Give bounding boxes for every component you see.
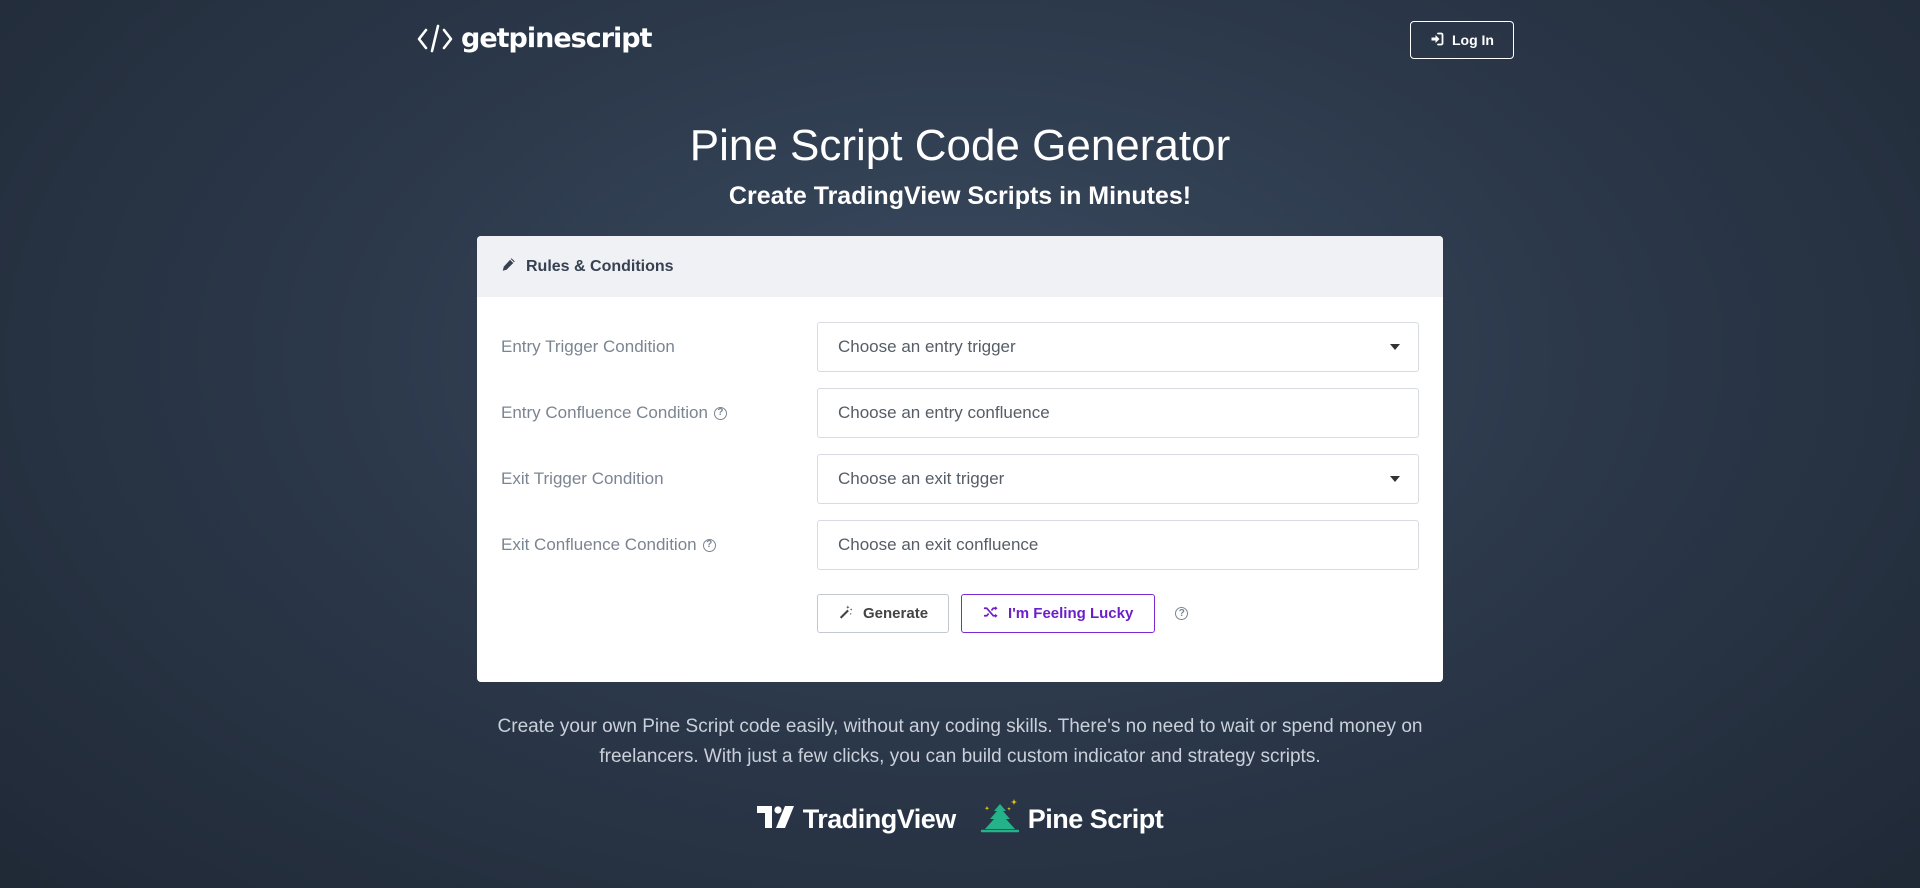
login-button[interactable]: Log In bbox=[1410, 21, 1514, 59]
exit-confluence-input[interactable]: Choose an exit confluence bbox=[817, 520, 1419, 570]
generate-label: Generate bbox=[863, 605, 929, 622]
entry-confluence-label: Entry Confluence Condition ? bbox=[501, 403, 817, 423]
question-circle-icon[interactable]: ? bbox=[702, 538, 716, 552]
chevron-down-icon bbox=[1390, 344, 1400, 350]
pencil-icon bbox=[501, 257, 516, 277]
feeling-lucky-label: I'm Feeling Lucky bbox=[1008, 605, 1134, 622]
exit-trigger-row: Exit Trigger Condition Choose an exit tr… bbox=[501, 454, 1419, 504]
generate-button[interactable]: Generate bbox=[817, 594, 950, 633]
exit-trigger-label-text: Exit Trigger Condition bbox=[501, 469, 664, 488]
exit-confluence-row: Exit Confluence Condition ? Choose an ex… bbox=[501, 520, 1419, 570]
logo-text: getpinescript bbox=[461, 22, 653, 54]
page-subtitle: Create TradingView Scripts in Minutes! bbox=[728, 182, 1192, 210]
entry-confluence-row: Entry Confluence Condition ? Choose an e… bbox=[501, 388, 1419, 438]
entry-trigger-label-text: Entry Trigger Condition bbox=[501, 337, 675, 356]
exit-trigger-placeholder: Choose an exit trigger bbox=[838, 469, 1005, 488]
exit-trigger-label: Exit Trigger Condition bbox=[501, 469, 817, 489]
exit-confluence-label: Exit Confluence Condition ? bbox=[501, 535, 817, 555]
entry-confluence-input[interactable]: Choose an entry confluence bbox=[817, 388, 1419, 438]
question-circle-icon[interactable]: ? bbox=[1175, 607, 1189, 620]
pinescript-brand: Pine Script bbox=[980, 798, 1164, 841]
entry-trigger-placeholder: Choose an entry trigger bbox=[838, 337, 1016, 356]
pine-tree-icon bbox=[980, 798, 1020, 841]
intro-description: Create your own Pine Script code easily,… bbox=[497, 716, 1423, 767]
site-logo[interactable]: getpinescript bbox=[417, 22, 653, 54]
chevron-down-icon bbox=[1390, 476, 1400, 482]
question-circle-icon[interactable]: ? bbox=[713, 406, 727, 420]
sign-in-icon bbox=[1430, 32, 1444, 49]
card-header-title: Rules & Conditions bbox=[526, 257, 674, 275]
page-title: Pine Script Code Generator bbox=[689, 121, 1231, 170]
login-label: Log In bbox=[1452, 32, 1494, 48]
exit-confluence-label-text: Exit Confluence Condition bbox=[501, 535, 697, 554]
feeling-lucky-button[interactable]: I'm Feeling Lucky bbox=[961, 594, 1156, 633]
exit-confluence-placeholder: Choose an exit confluence bbox=[838, 535, 1039, 554]
shuffle-icon bbox=[983, 605, 998, 623]
tradingview-logo-icon bbox=[756, 804, 795, 835]
entry-trigger-row: Entry Trigger Condition Choose an entry … bbox=[501, 322, 1419, 372]
entry-trigger-label: Entry Trigger Condition bbox=[501, 337, 817, 357]
entry-trigger-select[interactable]: Choose an entry trigger bbox=[817, 322, 1419, 372]
code-slash-icon bbox=[417, 22, 453, 54]
brand-logos: TradingView Pine Script bbox=[0, 798, 1920, 841]
exit-trigger-select[interactable]: Choose an exit trigger bbox=[817, 454, 1419, 504]
form-actions: Generate I'm Feeling Lucky ? bbox=[817, 594, 1189, 633]
rules-card: Rules & Conditions Entry Trigger Conditi… bbox=[477, 236, 1443, 682]
tradingview-text: TradingView bbox=[802, 804, 957, 834]
pinescript-text: Pine Script bbox=[1027, 804, 1164, 834]
card-header: Rules & Conditions bbox=[477, 236, 1443, 297]
tradingview-brand: TradingView bbox=[756, 804, 957, 835]
entry-confluence-label-text: Entry Confluence Condition bbox=[501, 403, 708, 422]
entry-confluence-placeholder: Choose an entry confluence bbox=[838, 403, 1050, 422]
magic-wand-icon bbox=[838, 604, 853, 623]
